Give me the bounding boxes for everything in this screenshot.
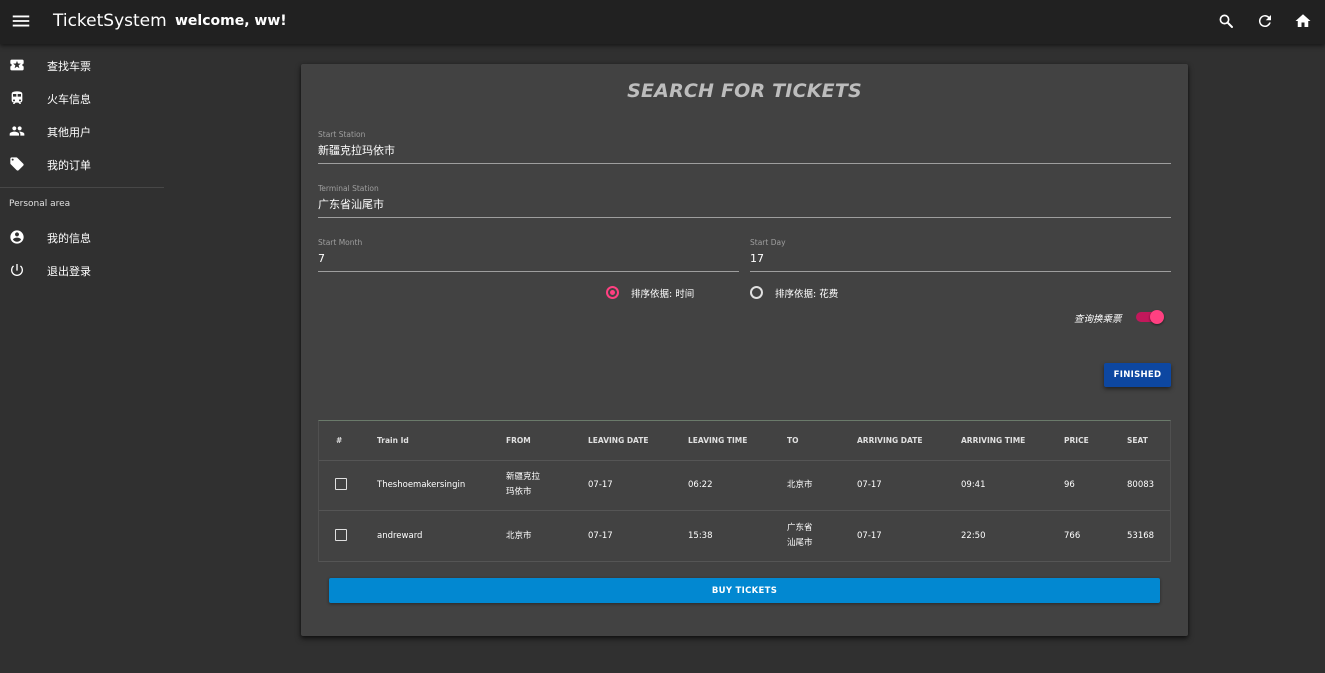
finished-button[interactable]: FINISHED bbox=[1104, 363, 1171, 387]
row-checkbox[interactable] bbox=[335, 529, 347, 541]
sidebar-item-label: 我的信息 bbox=[47, 232, 91, 245]
start-month-field: Start Month bbox=[318, 238, 739, 274]
col-header-arriving-time: ARRIVING TIME bbox=[961, 436, 1026, 445]
terminal-station-label: Terminal Station bbox=[318, 184, 379, 193]
home-icon[interactable] bbox=[1294, 12, 1312, 30]
sidebar-item-logout[interactable]: 退出登录 bbox=[0, 254, 164, 287]
sidebar-item-label: 我的订单 bbox=[47, 159, 91, 172]
results-table: # Train Id FROM LEAVING DATE LEAVING TIM… bbox=[318, 420, 1171, 562]
col-header-price: PRICE bbox=[1064, 436, 1089, 445]
cell-price: 766 bbox=[1064, 531, 1081, 541]
table-row: Theshoemakersingin 新疆克拉 玛依市 07-17 06:22 北… bbox=[319, 461, 1170, 511]
cell-leaving-time: 15:38 bbox=[688, 531, 713, 541]
search-icon[interactable] bbox=[1217, 12, 1235, 30]
sidebar-item-train-info[interactable]: 火车信息 bbox=[0, 82, 164, 115]
app-title: TicketSystem bbox=[53, 11, 167, 31]
sort-by-cost-radio[interactable]: 排序依据: 花费 bbox=[750, 286, 850, 300]
cell-arriving-date: 07-17 bbox=[857, 480, 882, 490]
train-icon bbox=[11, 91, 23, 104]
cell-leaving-date: 07-17 bbox=[588, 531, 613, 541]
row-checkbox[interactable] bbox=[335, 478, 347, 490]
table-row: andreward 北京市 07-17 15:38 广东省 汕尾市 07-17 2… bbox=[319, 512, 1170, 562]
cell-arriving-date: 07-17 bbox=[857, 531, 882, 541]
cell-to: 北京市 bbox=[787, 480, 813, 490]
col-header-leaving-time: LEAVING TIME bbox=[688, 436, 748, 445]
sidebar-item-other-users[interactable]: 其他用户 bbox=[0, 115, 164, 148]
col-header-leaving-date: LEAVING DATE bbox=[588, 436, 649, 445]
sort-by-cost-label: 排序依据: 花费 bbox=[775, 289, 839, 300]
cell-price: 96 bbox=[1064, 480, 1075, 490]
welcome-message: welcome, ww! bbox=[175, 13, 287, 29]
sort-by-time-radio[interactable]: 排序依据: 时间 bbox=[606, 286, 706, 300]
power-icon bbox=[11, 264, 23, 276]
radio-checked-icon bbox=[606, 286, 619, 299]
sidebar-divider bbox=[0, 187, 164, 188]
cell-from: 新疆克拉 玛依市 bbox=[506, 472, 541, 497]
sidebar-item-label: 火车信息 bbox=[47, 93, 91, 106]
input-underline bbox=[318, 217, 1171, 218]
start-station-label: Start Station bbox=[318, 130, 366, 139]
start-station-field: Start Station bbox=[318, 130, 1171, 166]
sidebar-item-my-info[interactable]: 我的信息 bbox=[0, 221, 164, 254]
sidebar-item-my-orders[interactable]: 我的订单 bbox=[0, 148, 164, 181]
sidebar-item-label: 查找车票 bbox=[47, 60, 91, 73]
terminal-station-input[interactable] bbox=[318, 195, 1171, 215]
tag-icon bbox=[10, 157, 24, 171]
account-icon bbox=[10, 230, 24, 244]
col-header-train-id: Train Id bbox=[377, 436, 409, 445]
refresh-icon[interactable] bbox=[1256, 12, 1274, 30]
app-bar: TicketSystem welcome, ww! bbox=[0, 0, 1325, 44]
col-header-to: TO bbox=[787, 436, 799, 445]
table-header: # Train Id FROM LEAVING DATE LEAVING TIM… bbox=[319, 421, 1170, 461]
menu-icon[interactable] bbox=[10, 10, 32, 32]
transfer-switch-label: 查询换乘票 bbox=[1074, 314, 1122, 325]
col-header-seat: SEAT bbox=[1127, 436, 1148, 445]
start-day-label: Start Day bbox=[750, 238, 786, 247]
transfer-switch[interactable] bbox=[1136, 310, 1164, 324]
cell-arriving-time: 09:41 bbox=[961, 480, 986, 490]
cell-seat: 53168 bbox=[1127, 531, 1155, 541]
input-underline bbox=[318, 163, 1171, 164]
search-card: SEARCH FOR TICKETS Start Station Termina… bbox=[301, 64, 1188, 636]
start-day-input[interactable] bbox=[750, 249, 1171, 269]
sidebar-item-find-tickets[interactable]: 查找车票 bbox=[0, 49, 164, 82]
start-month-input[interactable] bbox=[318, 249, 739, 269]
switch-thumb bbox=[1150, 310, 1164, 324]
sidebar: 查找车票 火车信息 其他用户 我的订单 Personal area 我的信息 退… bbox=[0, 44, 164, 673]
cell-train-id: andreward bbox=[377, 531, 423, 541]
start-day-field: Start Day bbox=[750, 238, 1171, 274]
sidebar-item-label: 其他用户 bbox=[47, 126, 91, 139]
cell-leaving-time: 06:22 bbox=[688, 480, 713, 490]
terminal-station-field: Terminal Station bbox=[318, 184, 1171, 220]
start-month-label: Start Month bbox=[318, 238, 363, 247]
input-underline bbox=[318, 271, 739, 272]
cell-seat: 80083 bbox=[1127, 480, 1155, 490]
cell-train-id: Theshoemakersingin bbox=[377, 480, 466, 490]
input-underline bbox=[750, 271, 1171, 272]
cell-leaving-date: 07-17 bbox=[588, 480, 613, 490]
radio-unchecked-icon bbox=[750, 286, 763, 299]
cell-from: 北京市 bbox=[506, 531, 532, 541]
people-icon bbox=[9, 126, 25, 136]
ticket-icon bbox=[10, 59, 24, 71]
section-label-personal-area: Personal area bbox=[9, 199, 71, 209]
col-header-arriving-date: ARRIVING DATE bbox=[857, 436, 923, 445]
cell-arriving-time: 22:50 bbox=[961, 531, 986, 541]
sort-by-time-label: 排序依据: 时间 bbox=[631, 289, 695, 300]
col-header-index: # bbox=[336, 436, 343, 445]
cell-to: 广东省 汕尾市 bbox=[787, 523, 813, 548]
sidebar-item-label: 退出登录 bbox=[47, 265, 91, 278]
start-station-input[interactable] bbox=[318, 141, 1171, 161]
col-header-from: FROM bbox=[506, 436, 531, 445]
buy-tickets-button[interactable]: BUY TICKETS bbox=[329, 578, 1160, 603]
page-title: SEARCH FOR TICKETS bbox=[627, 80, 862, 102]
